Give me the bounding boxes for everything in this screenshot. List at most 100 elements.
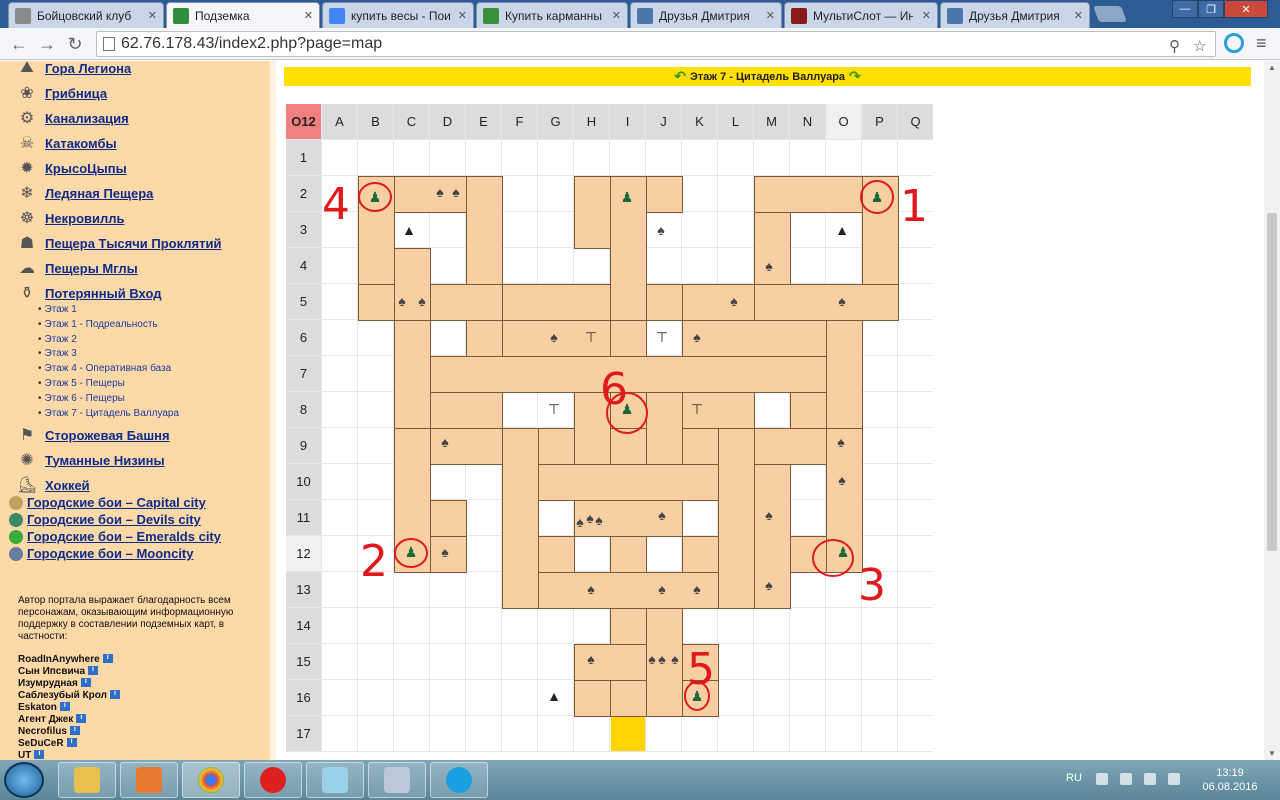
map-cell[interactable] [790,500,826,536]
star-icon[interactable]: ☆ [1193,37,1206,55]
map-cell[interactable] [358,140,394,176]
info-icon[interactable]: i [102,654,113,663]
map-room[interactable] [538,464,719,501]
map-cell[interactable] [826,680,862,716]
map-cell[interactable] [898,356,933,392]
city-fight-label[interactable]: Городские бои – Mooncity [27,546,194,561]
map-cell[interactable] [862,320,898,356]
floor-link[interactable]: Этаж 1 [38,304,77,315]
map-cell[interactable] [718,248,754,284]
teleport-pedestal-icon[interactable]: ♟ [368,189,382,205]
sidebar-location[interactable]: ⚑ Сторожевая Башня [14,424,170,446]
bell-icon[interactable]: ▲ [835,222,849,238]
map-room[interactable] [826,320,863,429]
map-cell[interactable] [466,644,502,680]
map-cell[interactable] [682,140,718,176]
map-cell[interactable] [718,680,754,716]
bell-icon[interactable]: ▲ [547,688,561,704]
contributor-name[interactable]: Necrofilus [18,726,67,737]
location-link[interactable]: Потерянный Вход [45,286,161,301]
map-room[interactable] [394,320,431,429]
mushroom-icon[interactable]: ⊤ [690,401,704,417]
map-cell[interactable] [826,716,862,752]
map-cell[interactable] [430,464,466,500]
map-cell[interactable] [646,536,682,572]
map-room[interactable] [430,392,503,429]
map-cell[interactable] [610,140,646,176]
map-room[interactable] [502,284,611,321]
reload-icon[interactable]: ↻ [64,33,86,55]
tab-2[interactable]: Подземка ✕ [166,2,320,29]
sidebar-location[interactable]: ⚙ Канализация [14,107,129,129]
tree-icon[interactable]: ♠ [834,434,848,450]
tree-icon[interactable]: ♠ [668,651,682,667]
map-room[interactable] [574,680,611,717]
new-tab-button[interactable] [1093,6,1127,22]
map-room[interactable] [646,284,683,321]
map-cell[interactable] [538,716,574,752]
forward-icon[interactable]: → [36,33,58,55]
calculator-taskbar-button[interactable] [368,762,426,798]
map-cell[interactable] [718,716,754,752]
map-cell[interactable] [790,572,826,608]
map-cell[interactable] [322,608,358,644]
map-cell[interactable] [790,716,826,752]
map-cell[interactable] [358,428,394,464]
map-cell[interactable] [898,680,933,716]
tree-icon[interactable]: ♠ [584,581,598,597]
floor-up-icon[interactable]: ↶ [674,68,686,85]
map-cell[interactable] [430,608,466,644]
map-cell[interactable] [754,644,790,680]
page-scrollbar[interactable]: ▲ ▼ [1264,61,1280,760]
location-link[interactable]: Сторожевая Башня [45,428,170,443]
mushroom-icon[interactable]: ⊤ [584,329,598,345]
map-cell[interactable] [538,500,574,536]
map-cell[interactable] [466,464,502,500]
map-cell[interactable] [430,680,466,716]
teleport-pedestal-icon[interactable]: ♟ [620,401,634,417]
map-cell[interactable] [322,536,358,572]
map-cell[interactable] [826,644,862,680]
extension-icon[interactable] [1224,33,1244,53]
map-cell[interactable] [466,572,502,608]
floor-link[interactable]: Этаж 3 [38,348,77,359]
map-cell[interactable] [394,140,430,176]
tree-icon[interactable]: ♠ [690,329,704,345]
map-cell[interactable] [898,464,933,500]
tab-1[interactable]: Бойцовский клуб ✕ [8,2,164,28]
teleport-pedestal-icon[interactable]: ♟ [690,688,704,704]
map-cell[interactable] [430,248,466,284]
map-cell[interactable] [862,392,898,428]
map-cell[interactable] [322,248,358,284]
map-cell[interactable] [358,716,394,752]
sidebar-location[interactable]: ❄ Ледяная Пещера [14,182,153,204]
map-cell[interactable] [862,680,898,716]
map-cell[interactable] [790,140,826,176]
language-indicator[interactable]: RU [1066,772,1082,784]
map-cell[interactable] [574,536,610,572]
map-cell[interactable] [574,248,610,284]
map-cell[interactable] [322,500,358,536]
map-cell[interactable] [322,428,358,464]
city-fight-label[interactable]: Городские бои – Devils city [27,512,201,527]
opera-taskbar-button[interactable] [244,762,302,798]
map-cell[interactable] [862,356,898,392]
map-cell[interactable] [574,608,610,644]
tree-icon[interactable]: ♠ [690,581,704,597]
scroll-down-icon[interactable]: ▼ [1268,749,1276,758]
map-cell[interactable] [862,536,898,572]
map-cell[interactable] [358,644,394,680]
map-cell[interactable] [502,248,538,284]
map-cell[interactable] [394,680,430,716]
map-room[interactable] [754,176,863,213]
map-cell[interactable] [322,680,358,716]
map-cell[interactable] [502,680,538,716]
info-icon[interactable]: i [80,678,91,687]
contributor-name[interactable]: Изумрудная [18,678,78,689]
info-icon[interactable]: i [34,750,45,759]
map-room[interactable] [646,176,683,213]
tab-4[interactable]: Купить карманны ✕ [476,2,628,28]
map-cell[interactable] [538,140,574,176]
tab-close-icon[interactable]: ✕ [766,9,775,22]
teleport-pedestal-icon[interactable]: ♟ [404,544,418,560]
